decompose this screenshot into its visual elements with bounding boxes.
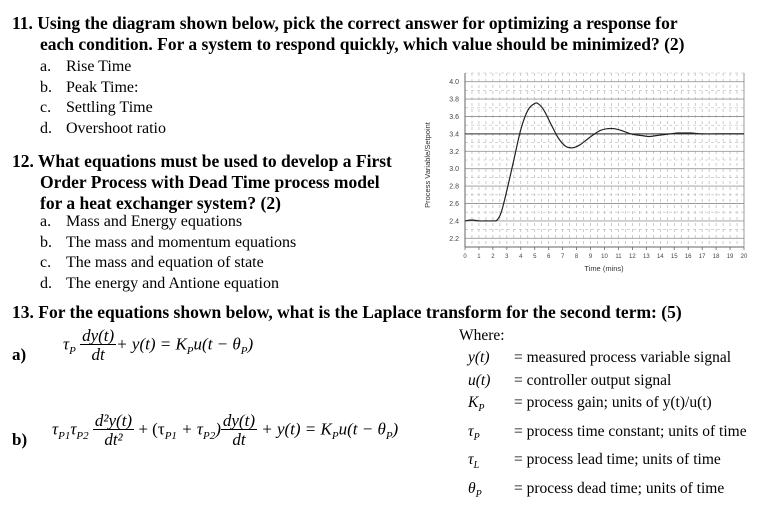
definition-taup: τP = process time constant; units of time (468, 422, 747, 443)
response-chart: 0 1 2 3 4 5 6 7 8 9 10 11 12 13 14 15 16 17 18 19 202.22.42.… (423, 72, 748, 273)
definition-kp: KP = process gain; units of y(t)/u(t) (468, 394, 712, 415)
x-tick-label: 14 (657, 254, 664, 260)
x-tick-label: 10 (601, 254, 608, 260)
y-tick-label: 2.2 (449, 236, 459, 243)
x-tick-label: 8 (575, 254, 579, 260)
x-tick-label: 13 (643, 254, 650, 260)
x-tick-label: 17 (699, 254, 706, 260)
chart-tick-labels: 0 1 2 3 4 5 6 7 8 9 10 11 12 13 14 15 16 17 18 19 202.22.42.… (449, 79, 748, 260)
chart-grid (464, 72, 745, 248)
x-tick-label: 16 (685, 254, 692, 260)
x-tick-label: 6 (547, 254, 551, 260)
eq-b-first-derivative: dy(t) dt (220, 411, 257, 449)
eq-a-derivative: dy(t) dt (80, 326, 117, 364)
x-tick-label: 2 (491, 254, 495, 260)
y-tick-label: 3.6 (449, 114, 459, 121)
x-tick-label: 0 (463, 254, 467, 260)
eq-a-label: a) (12, 345, 27, 364)
y-tick-label: 3.2 (449, 149, 459, 156)
definition-y: y(t) = measured process variable signal (468, 349, 732, 366)
definition-u: u(t) = controller output signal (468, 371, 672, 389)
x-tick-label: 12 (629, 254, 636, 260)
equation-a: τP dy(t) dt + y(t) = KPu(t − θP) (63, 326, 254, 364)
y-tick-label: 3.0 (449, 166, 459, 173)
definition-thetap: θP = process dead time; units of time (468, 479, 725, 500)
equation-b: τP1τP2 d²y(t) dt² + (τP1 + τP2) dy(t) dt + … (52, 411, 399, 449)
x-tick-label: 20 (741, 254, 748, 260)
eq-b-label: b) (12, 430, 28, 449)
y-tick-label: 2.4 (449, 218, 459, 225)
x-tick-label: 4 (519, 254, 523, 260)
x-axis-label: Time (mins) (584, 264, 624, 273)
x-tick-label: 18 (713, 254, 720, 260)
definitions-list: y(t) = measured process variable signal u… (468, 347, 747, 506)
y-tick-label: 3.8 (449, 97, 459, 104)
x-tick-label: 7 (561, 254, 565, 260)
definition-taul: τL = process lead time; units of time (468, 451, 721, 472)
y-tick-label: 2.6 (449, 201, 459, 208)
y-axis-label: Process Variable/Setpoint (423, 121, 432, 208)
x-tick-label: 9 (589, 254, 593, 260)
x-tick-label: 3 (505, 254, 509, 260)
x-tick-label: 15 (671, 254, 678, 260)
x-tick-label: 5 (533, 254, 537, 260)
x-tick-label: 19 (727, 254, 734, 260)
q13-heading: 13. For the equations shown below, what … (12, 302, 682, 322)
y-tick-label: 4.0 (449, 79, 459, 86)
x-tick-label: 11 (615, 254, 622, 260)
y-tick-label: 3.4 (449, 131, 459, 138)
x-tick-label: 1 (477, 254, 481, 260)
eq-b-second-derivative: d²y(t) dt² (92, 411, 135, 449)
where-label: Where: (459, 327, 505, 344)
y-tick-label: 2.8 (449, 184, 459, 191)
